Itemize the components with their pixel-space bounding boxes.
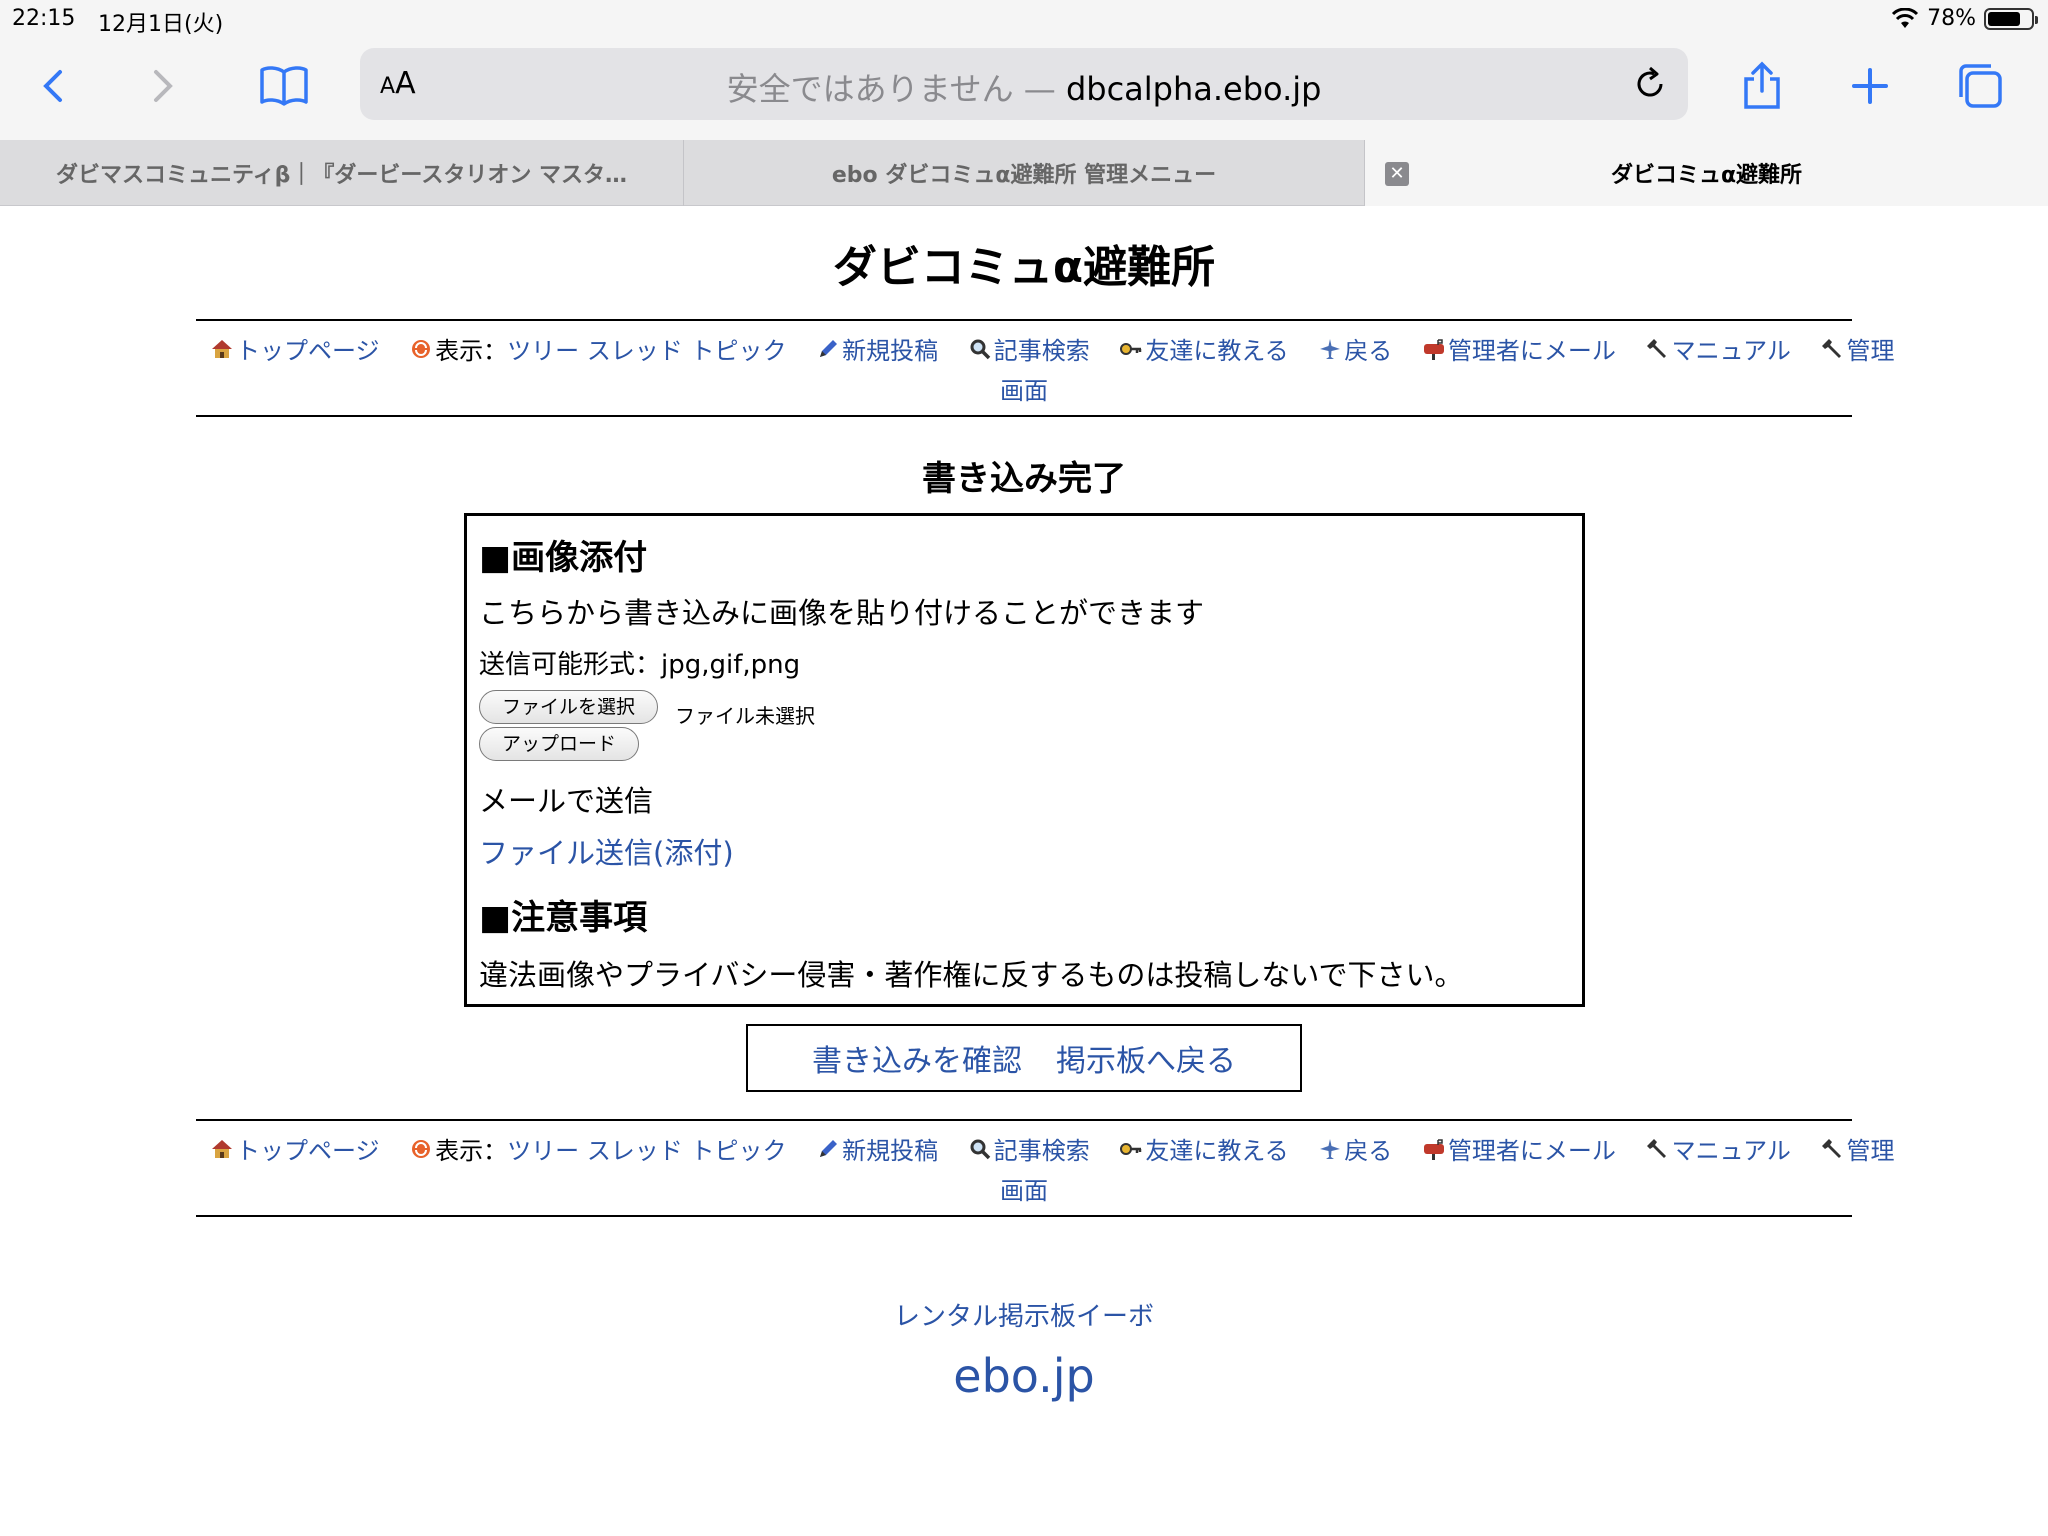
- forward-button[interactable]: [130, 54, 194, 118]
- confirm-links-box: 書き込みを確認 掲示板へ戻る: [746, 1024, 1302, 1092]
- nav-view: 表示： ツリー スレッド トピック: [409, 331, 786, 366]
- book-icon: [260, 66, 308, 106]
- nav-row: トップページ 表示： ツリー スレッド トピック 新規投稿 記事検索 友達に教える…: [210, 1131, 1895, 1167]
- mailbox-icon: [1423, 1138, 1444, 1160]
- nav-row-2: 画面: [196, 1171, 1852, 1206]
- airplane-icon: [1320, 338, 1341, 359]
- nav-back[interactable]: 戻る: [1318, 1131, 1392, 1166]
- house-icon: [212, 339, 232, 358]
- nav-bar-top: トップページ 表示： ツリー スレッド トピック 新規投稿 記事検索 友達に教える…: [196, 319, 1895, 417]
- nav-tree[interactable]: ツリー: [507, 1131, 579, 1166]
- back-to-board-link[interactable]: 掲示板へ戻る: [1056, 1036, 1236, 1080]
- tab-admin-menu[interactable]: ebo ダビコミュα避難所 管理メニュー: [684, 140, 1365, 206]
- reload-icon[interactable]: [1630, 64, 1670, 104]
- key-icon: [1120, 1142, 1142, 1155]
- magnifier-icon: [970, 1139, 990, 1159]
- magnifier-icon: [970, 339, 990, 359]
- nav-new-post[interactable]: 新規投稿: [816, 331, 938, 366]
- status-bar: 22:15 12月1日(火) 78%: [0, 0, 2048, 40]
- nav-search[interactable]: 記事検索: [968, 1131, 1090, 1166]
- tab-bar: ダビマスコミュニティβ｜『ダービースタリオン マスタ… ebo ダビコミュα避難…: [0, 140, 2048, 206]
- nav-topic[interactable]: トピック: [690, 331, 786, 366]
- mail-send-heading: メールで送信: [479, 784, 654, 818]
- airplane-icon: [1320, 1138, 1341, 1159]
- upload-button[interactable]: アップロード: [479, 727, 640, 761]
- nav-manual[interactable]: マニュアル: [1646, 331, 1791, 366]
- battery-icon: [1984, 7, 2038, 30]
- browser-toolbar: AA 安全ではありません — dbcalpha.ebo.jp: [0, 40, 2048, 140]
- pencil-icon: [820, 1139, 838, 1157]
- nav-tree[interactable]: ツリー: [507, 331, 579, 366]
- wrench-icon: [1646, 338, 1666, 358]
- close-tab-icon[interactable]: ✕: [1385, 162, 1409, 186]
- tabs-icon: [1959, 64, 2002, 108]
- image-attach-description: こちらから書き込みに画像を貼り付けることができます: [479, 596, 1205, 630]
- image-attach-heading: ■画像添付: [479, 538, 648, 578]
- nav-view: 表示： ツリー スレッド トピック: [409, 1131, 786, 1166]
- refresh-icon: [412, 1139, 431, 1158]
- refresh-icon: [412, 339, 431, 358]
- attach-panel: ■画像添付 こちらから書き込みに画像を貼り付けることができます 送信可能形式：j…: [464, 513, 1585, 1007]
- wrench-icon: [1821, 1138, 1841, 1158]
- bookmarks-button[interactable]: [252, 54, 316, 118]
- address-bar[interactable]: AA 安全ではありません — dbcalpha.ebo.jp: [360, 48, 1688, 120]
- nav-admin[interactable]: 管理: [1821, 1131, 1895, 1166]
- status-right: 78%: [1891, 6, 2038, 31]
- insecure-label: 安全ではありません —: [726, 70, 1056, 108]
- nav-row: トップページ 表示： ツリー スレッド トピック 新規投稿 記事検索 友達に教える…: [210, 331, 1895, 367]
- nav-admin[interactable]: 管理: [1821, 331, 1895, 366]
- nav-tell-friend[interactable]: 友達に教える: [1119, 1131, 1289, 1166]
- pencil-icon: [820, 339, 838, 357]
- write-complete-title: 書き込み完了: [922, 459, 1126, 499]
- page-title: ダビコミュα避難所: [832, 242, 1216, 293]
- nav-mail-admin[interactable]: 管理者にメール: [1422, 331, 1616, 366]
- notice-text: 違法画像やプライバシー侵害・著作権に反するものは投稿しないで下さい。: [479, 958, 1464, 992]
- url-host: dbcalpha.ebo.jp: [1065, 70, 1322, 108]
- no-file-label: ファイル未選択: [675, 704, 815, 728]
- notice-heading: ■注意事項: [479, 898, 648, 938]
- nav-back[interactable]: 戻る: [1318, 331, 1392, 366]
- new-tab-button[interactable]: [1838, 54, 1902, 118]
- status-time: 22:15: [12, 6, 76, 31]
- nav-admin-screen[interactable]: 画面: [1000, 377, 1048, 405]
- nav-manual[interactable]: マニュアル: [1646, 1131, 1791, 1166]
- key-icon: [1120, 342, 1142, 355]
- battery-percent: 78%: [1927, 6, 1976, 31]
- tab-dabimasu[interactable]: ダビマスコミュニティβ｜『ダービースタリオン マスタ…: [0, 140, 684, 206]
- tabs-overview-button[interactable]: [1948, 54, 2012, 118]
- confirm-post-link[interactable]: 書き込みを確認: [812, 1036, 1022, 1080]
- nav-topic[interactable]: トピック: [690, 1131, 786, 1166]
- house-icon: [212, 1139, 232, 1158]
- back-button[interactable]: [22, 54, 86, 118]
- wrench-icon: [1646, 1138, 1666, 1158]
- nav-thread[interactable]: スレッド: [587, 331, 683, 366]
- nav-tell-friend[interactable]: 友達に教える: [1119, 331, 1289, 366]
- wifi-icon: [1892, 7, 1919, 28]
- nav-thread[interactable]: スレッド: [587, 1131, 683, 1166]
- share-button[interactable]: [1730, 54, 1794, 118]
- wrench-icon: [1821, 338, 1841, 358]
- chevron-left-icon: [43, 70, 62, 102]
- plus-icon: [1852, 68, 1888, 104]
- allowed-formats: 送信可能形式：jpg,gif,png: [479, 650, 801, 680]
- file-send-link[interactable]: ファイル送信(添付): [479, 830, 734, 872]
- footer-domain-link[interactable]: ebo.jp: [0, 1349, 2048, 1403]
- choose-file-button[interactable]: ファイルを選択: [479, 690, 659, 724]
- nav-new-post[interactable]: 新規投稿: [816, 1131, 938, 1166]
- tab-current[interactable]: ✕ ダビコミュα避難所: [1365, 140, 2048, 206]
- nav-top-page[interactable]: トップページ: [210, 1131, 380, 1166]
- nav-mail-admin[interactable]: 管理者にメール: [1422, 1131, 1616, 1166]
- footer-rental-link[interactable]: レンタル掲示板イーボ: [0, 1296, 2048, 1333]
- chevron-right-icon: [154, 70, 173, 102]
- status-date: 12月1日(火): [98, 12, 224, 37]
- nav-top-page[interactable]: トップページ: [210, 331, 380, 366]
- mailbox-icon: [1423, 338, 1444, 360]
- nav-row-2: 画面: [196, 371, 1852, 406]
- nav-bar-bottom: トップページ 表示： ツリー スレッド トピック 新規投稿 記事検索 友達に教える…: [196, 1119, 1895, 1217]
- nav-admin-screen[interactable]: 画面: [1000, 1177, 1048, 1205]
- address-text[interactable]: 安全ではありません — dbcalpha.ebo.jp: [360, 64, 1688, 110]
- share-icon: [1744, 61, 1780, 109]
- nav-search[interactable]: 記事検索: [968, 331, 1090, 366]
